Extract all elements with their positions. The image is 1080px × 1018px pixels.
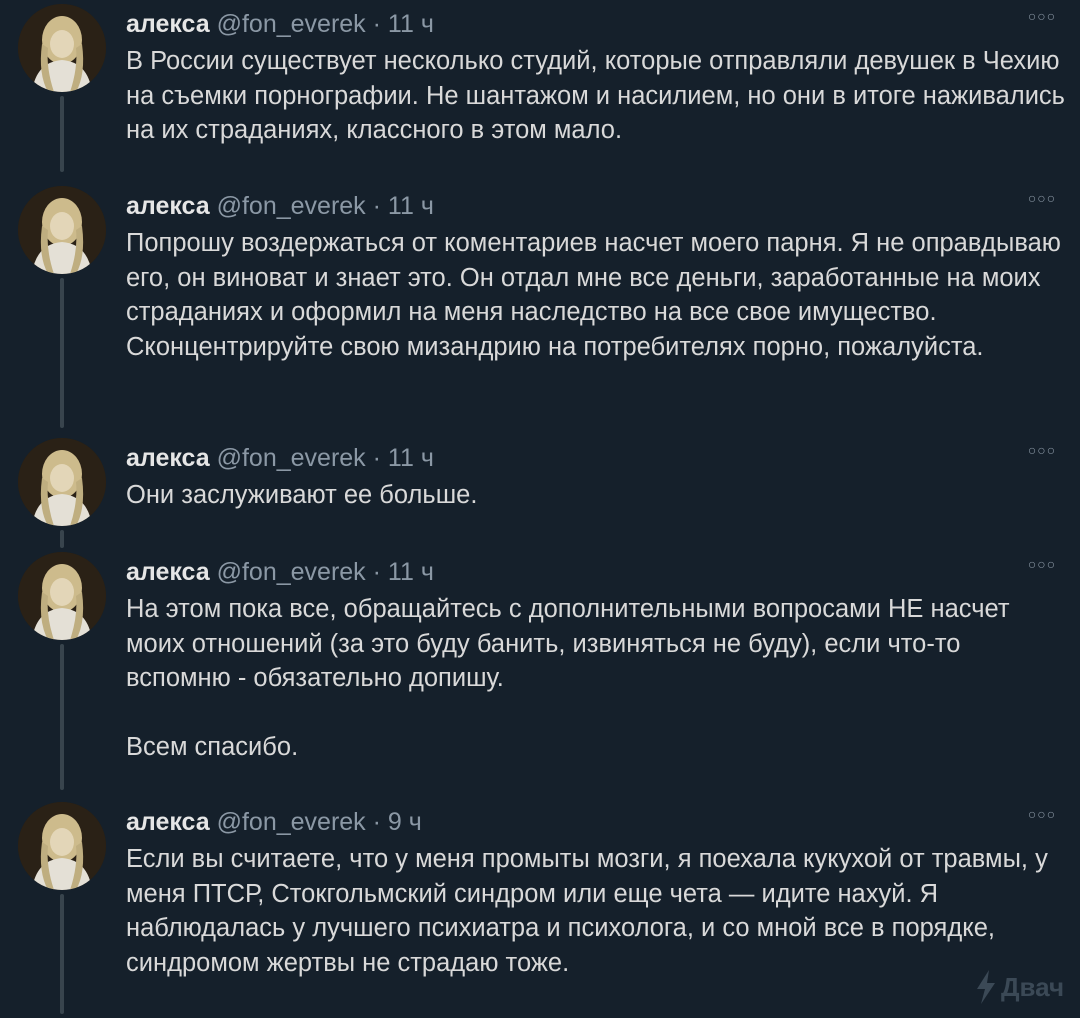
separator: ·	[372, 10, 381, 38]
tweet-time[interactable]: 9 ч	[388, 808, 422, 836]
separator: ·	[372, 444, 381, 472]
separator: ·	[372, 192, 381, 220]
thread-line	[60, 278, 64, 428]
avatar[interactable]	[18, 438, 106, 526]
author-name[interactable]: алекса	[126, 808, 210, 836]
author-handle[interactable]: @fon_everek	[217, 808, 366, 836]
tweet-thread: алекса @fon_everek · 11 ч ○○○ В России с…	[0, 0, 1080, 1018]
separator: ·	[372, 558, 381, 586]
more-dots-icon[interactable]: ○○○	[1024, 186, 1060, 210]
tweet-text: В России существует несколько студий, ко…	[126, 47, 1065, 144]
lightning-icon	[977, 970, 995, 1004]
more-dots-icon[interactable]: ○○○	[1024, 552, 1060, 576]
watermark-text: Двач	[1001, 971, 1065, 1002]
avatar[interactable]	[18, 552, 106, 640]
author-name[interactable]: алекса	[126, 10, 210, 38]
tweet-header: алекса @fon_everek · 11 ч	[126, 192, 434, 220]
avatar[interactable]	[18, 802, 106, 890]
more-dots-icon[interactable]: ○○○	[1024, 438, 1060, 462]
tweet-header: алекса @fon_everek · 11 ч	[126, 10, 434, 38]
avatar[interactable]	[18, 186, 106, 274]
tweet-header: алекса @fon_everek · 9 ч	[126, 808, 422, 836]
author-name[interactable]: алекса	[126, 558, 210, 586]
tweet-text: На этом пока все, обращайтесь с дополнит…	[126, 595, 1010, 761]
tweet-header: алекса @fon_everek · 11 ч	[126, 558, 434, 586]
tweet-time[interactable]: 11 ч	[388, 192, 434, 220]
tweet-text: Они заслуживают ее больше.	[126, 481, 478, 509]
author-handle[interactable]: @fon_everek	[217, 192, 366, 220]
separator: ·	[372, 808, 381, 836]
tweet-time[interactable]: 11 ч	[388, 10, 434, 38]
tweet-text: Попрошу воздержаться от коментариев насч…	[126, 229, 1061, 361]
avatar[interactable]	[18, 4, 106, 92]
author-handle[interactable]: @fon_everek	[217, 10, 366, 38]
thread-line	[60, 894, 64, 1014]
watermark: Двач	[975, 970, 1064, 1004]
author-handle[interactable]: @fon_everek	[217, 444, 366, 472]
tweet-text: Если вы считаете, что у меня промыты моз…	[126, 845, 1048, 977]
author-handle[interactable]: @fon_everek	[217, 558, 366, 586]
tweet-header: алекса @fon_everek · 11 ч	[126, 444, 434, 472]
tweet-time[interactable]: 11 ч	[388, 558, 434, 586]
author-name[interactable]: алекса	[126, 192, 210, 220]
author-name[interactable]: алекса	[126, 444, 210, 472]
thread-line	[60, 644, 64, 790]
thread-line	[60, 96, 64, 172]
tweet-time[interactable]: 11 ч	[388, 444, 434, 472]
more-dots-icon[interactable]: ○○○	[1024, 802, 1060, 826]
thread-line	[60, 530, 64, 548]
more-dots-icon[interactable]: ○○○	[1024, 4, 1060, 28]
